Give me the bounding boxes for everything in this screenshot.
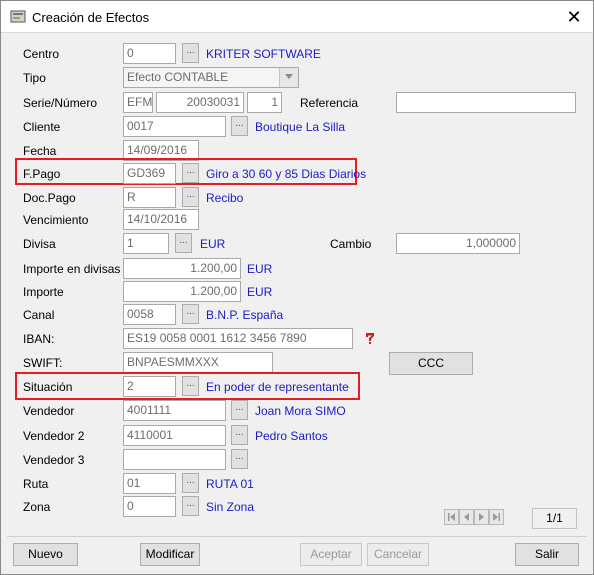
chevron-down-icon[interactable] — [279, 68, 298, 87]
divisa-field[interactable]: 1 — [123, 233, 169, 254]
situacion-label: Situación — [23, 380, 73, 394]
vendedor-lookup-button[interactable]: ... — [231, 400, 248, 420]
fecha-label: Fecha — [23, 144, 57, 158]
last-record-button[interactable] — [489, 509, 504, 525]
zona-label: Zona — [23, 500, 51, 514]
fpago-name: Giro a 30 60 y 85 Dias Diarios — [206, 167, 367, 181]
cliente-field[interactable]: 0017 — [123, 116, 226, 137]
centro-name: KRITER SOFTWARE — [206, 47, 321, 61]
canal-label: Canal — [23, 308, 55, 322]
tipo-select[interactable]: Efecto CONTABLE — [123, 67, 299, 88]
swift-field[interactable]: BNPAESMMXXX — [123, 352, 273, 373]
numero-field[interactable]: 20030031 — [156, 92, 244, 113]
window-title: Creación de Efectos — [32, 10, 150, 25]
previous-record-icon — [464, 513, 469, 521]
vendedor2-label: Vendedor 2 — [23, 429, 85, 443]
zona-name: Sin Zona — [206, 500, 255, 514]
footer-divider — [7, 536, 587, 537]
canal-field[interactable]: 0058 — [123, 304, 176, 325]
vencimiento-field[interactable]: 14/10/2016 — [123, 209, 199, 230]
importe-divisas-unit: EUR — [247, 262, 273, 276]
cliente-name: Boutique La Silla — [255, 120, 346, 134]
centro-lookup-button[interactable]: ... — [182, 43, 199, 63]
ruta-lookup-button[interactable]: ... — [182, 473, 199, 493]
next-record-button[interactable] — [474, 509, 489, 525]
importe-label: Importe — [23, 285, 64, 299]
divisa-lookup-button[interactable]: ... — [175, 233, 192, 253]
docpago-name: Recibo — [206, 191, 244, 205]
vendedor-field[interactable]: 4001111 — [123, 400, 226, 421]
canal-lookup-button[interactable]: ... — [182, 304, 199, 324]
vendedor2-name: Pedro Santos — [255, 429, 328, 443]
tipo-select-value: Efecto CONTABLE — [127, 70, 229, 84]
modificar-button[interactable]: Modificar — [140, 543, 200, 566]
importe-unit: EUR — [247, 285, 273, 299]
salir-button[interactable]: Salir — [515, 543, 579, 566]
swift-label: SWIFT: — [23, 356, 63, 370]
vendedor-label: Vendedor — [23, 404, 75, 418]
serie-label: Serie/Número — [23, 96, 98, 110]
vendedor-name: Joan Mora SIMO — [255, 404, 346, 418]
ruta-field[interactable]: 01 — [123, 473, 176, 494]
cambio-label: Cambio — [330, 237, 372, 251]
first-record-icon — [448, 513, 455, 521]
canal-name: B.N.P. España — [206, 308, 284, 322]
zona-field[interactable]: 0 — [123, 496, 176, 517]
cliente-lookup-button[interactable]: ... — [231, 116, 248, 136]
title-bar: Creación de Efectos ✕ — [1, 1, 593, 33]
cancelar-button[interactable]: Cancelar — [367, 543, 429, 566]
divisa-name: EUR — [200, 237, 226, 251]
centro-label: Centro — [23, 47, 60, 61]
tipo-label: Tipo — [23, 71, 46, 85]
effects-dialog: Creación de Efectos ✕ Centro 0 ... KRITE… — [0, 0, 594, 575]
situacion-lookup-button[interactable]: ... — [182, 376, 199, 396]
vendedor3-label: Vendedor 3 — [23, 453, 85, 467]
previous-record-button[interactable] — [459, 509, 474, 525]
vendedor2-lookup-button[interactable]: ... — [231, 425, 248, 445]
fpago-label: F.Pago — [23, 167, 61, 181]
iban-field[interactable]: ES19 0058 0001 1612 3456 7890 — [123, 328, 353, 349]
app-icon — [10, 10, 26, 23]
vencimiento-label: Vencimiento — [23, 213, 89, 227]
zona-lookup-button[interactable]: ... — [182, 496, 199, 516]
importe-field[interactable]: 1.200,00 — [123, 281, 241, 302]
numero-sub-field[interactable]: 1 — [247, 92, 282, 113]
vendedor2-field[interactable]: 4110001 — [123, 425, 226, 446]
iban-label: IBAN: — [23, 332, 55, 346]
fpago-lookup-button[interactable]: ... — [182, 163, 199, 183]
vendedor3-field[interactable] — [123, 449, 226, 470]
ruta-name: RUTA 01 — [206, 477, 254, 491]
cambio-field[interactable]: 1,000000 — [396, 233, 520, 254]
situacion-field[interactable]: 2 — [123, 376, 176, 397]
centro-field[interactable]: 0 — [123, 43, 176, 64]
first-record-button[interactable] — [444, 509, 459, 525]
importe-divisas-field[interactable]: 1.200,00 — [123, 258, 241, 279]
divisa-label: Divisa — [23, 237, 56, 251]
serie-field[interactable]: EFM — [123, 92, 153, 113]
nuevo-button[interactable]: Nuevo — [13, 543, 78, 566]
ccc-button[interactable]: CCC — [389, 352, 473, 375]
last-record-icon — [493, 513, 500, 521]
referencia-label: Referencia — [300, 96, 359, 110]
ruta-label: Ruta — [23, 477, 49, 491]
referencia-field[interactable] — [396, 92, 576, 113]
docpago-label: Doc.Pago — [23, 191, 76, 205]
docpago-field[interactable]: R — [123, 187, 176, 208]
aceptar-button[interactable]: Aceptar — [300, 543, 362, 566]
situacion-name: En poder de representante — [206, 380, 349, 394]
record-counter: 1/1 — [532, 508, 577, 529]
importe-divisas-label: Importe en divisas — [23, 262, 121, 276]
validation-icon[interactable] — [363, 331, 377, 345]
docpago-lookup-button[interactable]: ... — [182, 187, 199, 207]
fpago-field[interactable]: GD369 — [123, 163, 176, 184]
cliente-label: Cliente — [23, 120, 61, 134]
close-button[interactable]: ✕ — [563, 6, 585, 28]
vendedor3-lookup-button[interactable]: ... — [231, 449, 248, 469]
next-record-icon — [479, 513, 484, 521]
